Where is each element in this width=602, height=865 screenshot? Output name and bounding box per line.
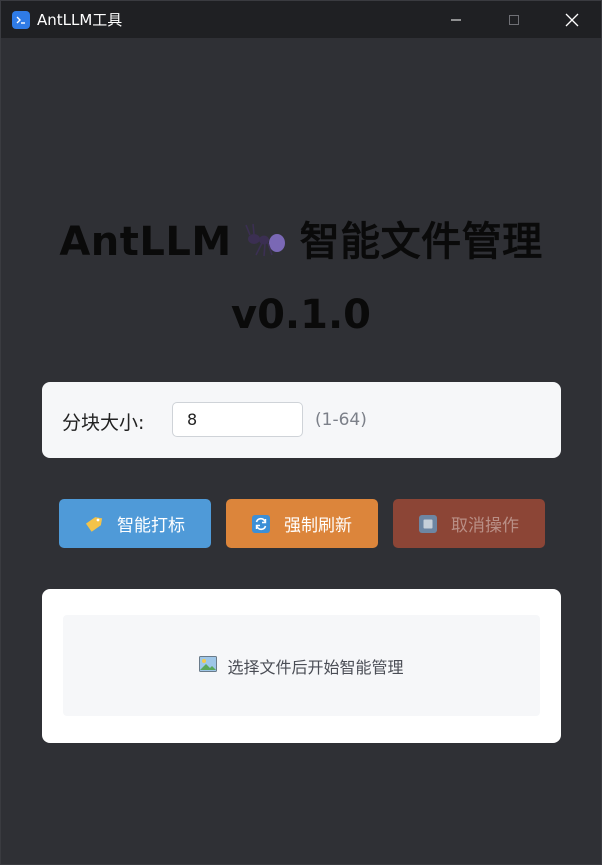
picture-icon xyxy=(199,655,218,676)
app-window: AntLLM工具 AntLLM 智能文件管理 v0.1.0 分块大小: 8 (1… xyxy=(0,0,602,865)
ant-icon xyxy=(244,219,288,269)
cancel-operation-button[interactable]: 取消操作 xyxy=(393,499,545,548)
tag-icon xyxy=(85,515,103,533)
chunk-size-range: (1-64) xyxy=(315,410,367,430)
maximize-icon xyxy=(509,14,519,25)
status-panel: 选择文件后开始智能管理 xyxy=(63,615,540,716)
refresh-icon xyxy=(252,514,270,533)
minimize-icon xyxy=(451,19,461,20)
version-label: v0.1.0 xyxy=(231,292,371,338)
chunk-size-label: 分块大小: xyxy=(62,412,145,434)
close-button[interactable] xyxy=(543,1,601,38)
maximize-button[interactable] xyxy=(485,1,543,38)
force-refresh-button[interactable]: 强制刷新 xyxy=(226,499,378,548)
cancel-operation-label: 取消操作 xyxy=(451,516,519,536)
smart-tag-label: 智能打标 xyxy=(117,516,185,536)
title-bar: AntLLM工具 xyxy=(1,1,601,38)
stop-icon xyxy=(419,514,437,533)
close-icon xyxy=(565,13,579,26)
minimize-button[interactable] xyxy=(427,1,485,38)
page-title: AntLLM 智能文件管理 xyxy=(1,209,601,269)
settings-card: 分块大小: (1-64) xyxy=(42,382,561,458)
title-prefix: AntLLM xyxy=(59,219,232,265)
window-title: AntLLM工具 xyxy=(37,11,123,29)
chunk-size-input[interactable] xyxy=(172,402,303,437)
force-refresh-label: 强制刷新 xyxy=(284,516,352,536)
terminal-app-icon xyxy=(12,10,30,29)
status-card: 选择文件后开始智能管理 xyxy=(42,589,561,743)
title-suffix: 智能文件管理 xyxy=(299,219,543,265)
status-message: 选择文件后开始智能管理 xyxy=(227,657,404,677)
smart-tag-button[interactable]: 智能打标 xyxy=(59,499,211,548)
